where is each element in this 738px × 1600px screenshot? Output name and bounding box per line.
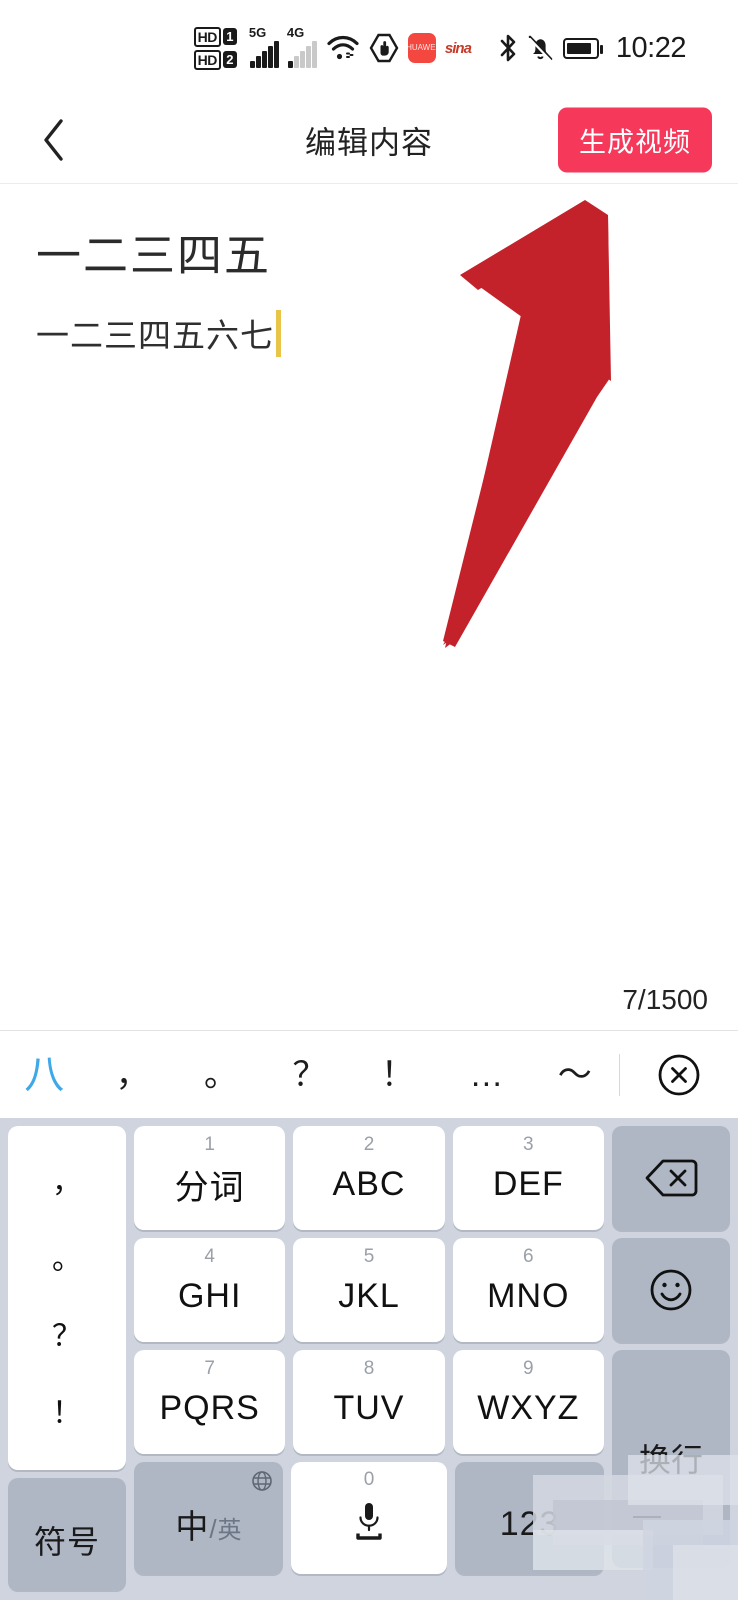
back-button[interactable] [28,114,80,166]
key-4-label: GHI [177,1276,242,1315]
key-7-number: 7 [204,1358,215,1379]
microphone-icon[interactable] [354,1493,384,1543]
document-body-text: 一二三四五六七 [36,317,274,354]
suggestion-item-1[interactable]: ， [88,1058,176,1092]
status-clock: 10:22 [615,31,687,64]
hd1-label: HD [193,26,221,47]
status-bar: HD 1 HD 2 5G 4G HUAWEI sina 10:22 [0,0,738,96]
hd-dual-sim-icon: HD 1 HD 2 [193,26,237,70]
key-9-number: 9 [523,1358,534,1379]
backspace-key[interactable] [612,1126,730,1230]
key-8-label: TUV [333,1388,405,1427]
emoji-key[interactable] [612,1238,730,1342]
space-voice-key[interactable]: 0 [290,1462,448,1574]
keyboard-right-column: 换行 [612,1126,730,1590]
punct-exclaim[interactable]: ！ [52,1398,82,1429]
key-6-label: MNO [487,1276,570,1315]
keyboard-row-2: 4 GHI 5 JKL 6 MNO [134,1238,604,1342]
close-keyboard-button[interactable] [620,1052,738,1098]
key-4-ghi[interactable]: 4 GHI [134,1238,286,1342]
key-4-number: 4 [204,1246,215,1267]
do-not-disturb-icon [369,33,399,63]
key-8-tuv[interactable]: 8 TUV [293,1350,445,1454]
signal-5g-icon: 5G [248,24,279,68]
close-circle-icon [656,1052,702,1098]
key-8-number: 8 [363,1358,375,1379]
symbols-key[interactable]: 符号 [8,1478,126,1590]
key-0-number: 0 [363,1469,375,1490]
key-2-label: ABC [332,1164,406,1203]
chevron-left-icon [41,118,67,162]
key-9-label: WXYZ [477,1388,580,1427]
language-switch-key[interactable]: 中 / 英 [134,1462,283,1574]
symbols-key-label: 符号 [33,1524,100,1560]
suggestion-item-4[interactable]: ！ [354,1058,442,1092]
key-1-number: 1 [204,1134,215,1155]
hd1-number: 1 [222,28,237,45]
key-7-pqrs[interactable]: 7 PQRS [134,1350,286,1454]
generate-video-button[interactable]: 生成视频 [558,107,712,172]
keyboard-row-3: 7 PQRS 8 TUV 9 WXYZ [134,1350,604,1454]
key-5-number: 5 [363,1246,375,1267]
document-body-input[interactable]: 一二三四五六七 [36,309,281,357]
backspace-icon [644,1157,698,1199]
suggestion-item-2[interactable]: 。 [177,1058,265,1092]
wifi-icon [326,34,360,62]
language-cn-label: 中 [175,1508,209,1545]
language-separator: / [209,1514,217,1544]
sina-app-icon: sina [444,39,472,57]
signal-4g-icon: 4G [286,24,317,68]
language-en-label: 英 [217,1517,242,1544]
key-5-label: JKL [338,1276,400,1315]
hd2-number: 2 [222,51,237,68]
hd2-label: HD [193,49,221,70]
enter-key[interactable]: 换行 [612,1350,730,1566]
key-1-label: 分词 [174,1168,245,1207]
battery-icon [562,37,603,59]
punct-period[interactable]: 。 [52,1244,82,1275]
navigation-bar: 编辑内容 生成视频 [0,96,738,184]
keyboard-row-4: 中 / 英 0 123 [134,1462,605,1574]
phone-screen: HD 1 HD 2 5G 4G HUAWEI sina 10:22 编辑内容 生… [0,0,738,1600]
character-counter: 7/1500 [622,984,708,1015]
ime-keyboard: ， 。 ？ ！ 符号 1 分词 2 ABC 3 DEF 4 GHI 5 JKL … [0,1118,738,1600]
punct-comma[interactable]: ， [52,1167,82,1198]
key-2-number: 2 [363,1134,375,1155]
silent-bell-icon [527,33,554,63]
suggestion-item-6[interactable]: ～ [531,1058,619,1092]
key-2-abc[interactable]: 2 ABC [293,1126,445,1230]
content-editor[interactable]: 一二三四五 一二三四五六七 7/1500 [0,184,738,1030]
punct-question[interactable]: ？ [52,1321,82,1352]
emoji-smiley-icon [646,1265,696,1315]
key-5-jkl[interactable]: 5 JKL [293,1238,445,1342]
page-title: 编辑内容 [305,125,433,160]
keyboard-left-column: ， 。 ？ ！ 符号 [8,1126,126,1590]
ime-suggestion-bar: 八 ， 。 ？ ！ … ～ [0,1030,738,1118]
enter-key-label: 换行 [638,1442,703,1478]
key-6-mno[interactable]: 6 MNO [452,1238,604,1342]
suggestion-item-0[interactable]: 八 [0,1055,88,1095]
document-title-input[interactable]: 一二三四五 [36,219,271,284]
key-9-wxyz[interactable]: 9 WXYZ [452,1350,604,1454]
globe-icon[interactable] [251,1470,273,1492]
text-caret [276,309,281,357]
keyboard-row-1: 1 分词 2 ABC 3 DEF [134,1126,604,1230]
numeric-key-label: 123 [499,1504,560,1543]
key-7-label: PQRS [159,1388,260,1427]
keyboard-main-grid: 1 分词 2 ABC 3 DEF 4 GHI 5 JKL 6 MNO 7 PQR… [134,1126,605,1590]
key-3-def[interactable]: 3 DEF [452,1126,604,1230]
numeric-key[interactable]: 123 [455,1462,605,1574]
key-1-fenci[interactable]: 1 分词 [134,1126,286,1230]
network-type-5g: 5G [248,24,267,40]
bluetooth-icon [498,33,518,63]
suggestion-item-3[interactable]: ？ [265,1058,353,1092]
key-3-number: 3 [523,1134,534,1155]
huawei-app-icon: HUAWEI [406,33,438,63]
key-3-label: DEF [492,1164,564,1203]
network-type-4g: 4G [286,24,305,40]
suggestion-item-5[interactable]: … [442,1058,530,1092]
punctuation-key[interactable]: ， 。 ？ ！ [8,1126,126,1470]
key-6-number: 6 [523,1246,534,1267]
